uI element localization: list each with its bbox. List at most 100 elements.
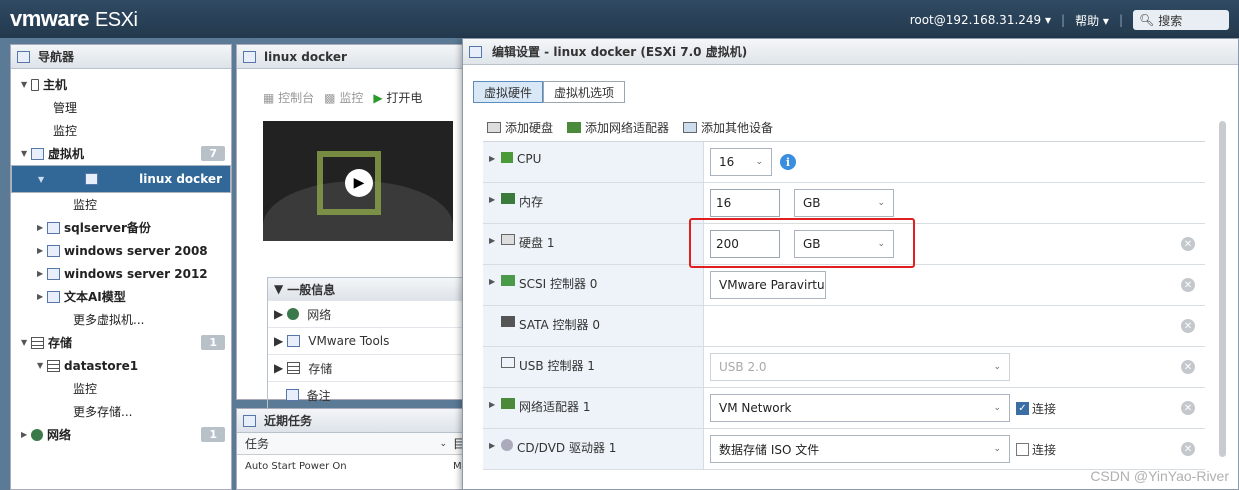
hw-label[interactable]: ▶ 网络适配器 1 xyxy=(483,388,704,428)
info-row-notes[interactable]: 备注 xyxy=(268,381,464,408)
remove-icon[interactable]: ✕ xyxy=(1181,360,1195,374)
sidebar-item-datastore1[interactable]: ▼ datastore1 xyxy=(11,354,231,377)
hw-row-scsi: ▶ SCSI 控制器 0 VMware Paravirtual ✕ xyxy=(483,265,1205,306)
usb-type-select[interactable]: USB 2.0 ⌄ xyxy=(710,353,1010,381)
console-button[interactable]: ▦ 控制台 xyxy=(263,89,314,106)
sidebar-item-manage[interactable]: 管理 xyxy=(11,96,231,119)
chevron-down-icon: ⌄ xyxy=(439,438,447,449)
navigator-icon xyxy=(17,50,30,63)
tasks-column-header[interactable]: 任务 ⌄ 目 xyxy=(237,433,465,455)
cpu-select[interactable]: 16 ⌄ xyxy=(710,148,772,176)
cdrom-connect-checkbox[interactable]: 连接 xyxy=(1016,441,1056,458)
remove-icon[interactable]: ✕ xyxy=(1181,401,1195,415)
divider: | xyxy=(1061,13,1066,27)
host-icon xyxy=(31,78,39,91)
network-icon xyxy=(287,308,300,320)
tab-vm-options[interactable]: 虚拟机选项 xyxy=(543,81,626,103)
hw-label[interactable]: ▶ 硬盘 1 xyxy=(483,224,704,264)
sidebar-item-network[interactable]: ▶ 网络 1 xyxy=(11,423,231,446)
caret-right-icon: ▶ xyxy=(37,292,44,301)
top-bar: vmware ESXi root@192.168.31.249 ▾ | 帮助 ▾ … xyxy=(0,0,1239,38)
dialog-title: 编辑设置 - linux docker (ESXi 7.0 虚拟机) xyxy=(463,39,1238,65)
caret-down-icon: ▼ xyxy=(21,338,28,347)
divider: | xyxy=(1118,13,1123,27)
sidebar-item-win2012[interactable]: ▶ windows server 2012 xyxy=(11,262,231,285)
sidebar-item-linux-docker[interactable]: ▼ linux docker xyxy=(11,165,231,193)
info-icon[interactable]: i xyxy=(780,154,796,170)
info-row-storage[interactable]: ▶ 存储 xyxy=(268,354,464,381)
hw-row-sata: SATA 控制器 0 ✕ xyxy=(483,306,1205,347)
caret-right-icon: ▶ xyxy=(489,277,496,286)
sidebar-item-more-vms[interactable]: 更多虚拟机... xyxy=(11,308,231,331)
dialog-scrollbar[interactable] xyxy=(1219,121,1226,457)
vm-icon xyxy=(243,50,256,63)
search-input[interactable]: 🔍︎ 搜索 xyxy=(1133,10,1229,30)
sidebar-item-vm-monitor[interactable]: 监控 xyxy=(11,193,231,216)
info-row-vmware-tools[interactable]: ▶ VMware Tools xyxy=(268,327,464,354)
vm-icon xyxy=(85,173,99,185)
chevron-down-icon: ⌄ xyxy=(877,198,885,208)
hw-row-cdrom1: ▶ CD/DVD 驱动器 1 数据存储 ISO 文件 ⌄ 连接 ✕ xyxy=(483,429,1205,470)
hw-row-nic1: ▶ 网络适配器 1 VM Network ⌄ ✓ 连接 ✕ xyxy=(483,388,1205,429)
sidebar-item-vms[interactable]: ▼ 虚拟机 7 xyxy=(11,142,231,165)
power-on-button[interactable]: ▶ 打开电 xyxy=(373,89,422,106)
navigator-header: 导航器 xyxy=(11,45,231,69)
remove-icon[interactable]: ✕ xyxy=(1181,442,1195,456)
cdrom-source-select[interactable]: 数据存储 ISO 文件 ⌄ xyxy=(710,435,1010,463)
monitor-button[interactable]: ▩ 监控 xyxy=(324,89,363,106)
remove-icon[interactable]: ✕ xyxy=(1181,319,1195,333)
console-thumbnail[interactable]: ▶ xyxy=(263,121,453,241)
network-select[interactable]: VM Network ⌄ xyxy=(710,394,1010,422)
hardware-list: ▶ CPU 16 ⌄ i ▶ 内存 16 GB ⌄ ▶ 硬盘 1 200 GB ⌄ ✕ ▶ S… xyxy=(483,141,1205,470)
sidebar-item-datastore-monitor[interactable]: 监控 xyxy=(11,377,231,400)
chevron-down-icon: ⌄ xyxy=(993,403,1001,413)
disk-size-input[interactable]: 200 xyxy=(710,230,780,258)
hw-label[interactable]: ▶ SCSI 控制器 0 xyxy=(483,265,704,305)
hw-label[interactable]: ▶ 内存 xyxy=(483,183,704,223)
hw-row-usb: USB 控制器 1 USB 2.0 ⌄ ✕ xyxy=(483,347,1205,388)
nic-connect-checkbox[interactable]: ✓ 连接 xyxy=(1016,400,1056,417)
chevron-down-icon: ⌄ xyxy=(993,444,1001,454)
info-row-network[interactable]: ▶ 网络 xyxy=(268,300,464,327)
vm-icon xyxy=(47,290,60,303)
chevron-down-icon: ▾ xyxy=(1102,13,1109,28)
sidebar-item-storage[interactable]: ▼ 存储 1 xyxy=(11,331,231,354)
usb-icon xyxy=(501,357,515,368)
nic-icon xyxy=(501,398,515,409)
tab-virtual-hardware[interactable]: 虚拟硬件 xyxy=(473,81,544,103)
sidebar-item-win2008[interactable]: ▶ windows server 2008 xyxy=(11,239,231,262)
hw-label[interactable]: ▶ CPU xyxy=(483,142,704,182)
add-other-device-button[interactable]: 添加其他设备 xyxy=(683,119,773,136)
table-row[interactable]: Auto Start Power On M xyxy=(237,455,465,477)
sidebar-item-monitor[interactable]: 监控 xyxy=(11,119,231,142)
add-nic-button[interactable]: 添加网络适配器 xyxy=(567,119,669,136)
sidebar-item-sqlserver[interactable]: ▶ sqlserver备份 xyxy=(11,216,231,239)
watermark: CSDN @YinYao-River xyxy=(1090,468,1229,484)
vm-icon xyxy=(469,45,482,58)
sidebar-item-host[interactable]: ▼ 主机 xyxy=(11,73,231,96)
play-icon[interactable]: ▶ xyxy=(345,169,373,197)
hw-label[interactable]: ▶ CD/DVD 驱动器 1 xyxy=(483,429,704,469)
edit-settings-dialog: 编辑设置 - linux docker (ESXi 7.0 虚拟机) 虚拟硬件 … xyxy=(462,38,1239,490)
sidebar-item-more-storage[interactable]: 更多存储... xyxy=(11,400,231,423)
recent-tasks-header: 近期任务 xyxy=(237,409,465,433)
remove-icon[interactable]: ✕ xyxy=(1181,278,1195,292)
scsi-type-select[interactable]: VMware Paravirtual xyxy=(710,271,826,299)
hw-row-cpu: ▶ CPU 16 ⌄ i xyxy=(483,142,1205,183)
general-info-header[interactable]: ▼ 一般信息 xyxy=(268,278,464,300)
hw-label[interactable]: SATA 控制器 0 xyxy=(483,306,704,346)
help-menu[interactable]: 帮助 ▾ xyxy=(1075,12,1109,29)
vmware-logo[interactable]: vmware ESXi xyxy=(10,6,138,32)
remove-icon[interactable]: ✕ xyxy=(1181,237,1195,251)
add-disk-button[interactable]: 添加硬盘 xyxy=(487,119,553,136)
disk-icon xyxy=(487,122,501,133)
sidebar-item-text-ai[interactable]: ▶ 文本AI模型 xyxy=(11,285,231,308)
caret-right-icon: ▶ xyxy=(21,430,28,439)
user-menu[interactable]: root@192.168.31.249 ▾ xyxy=(910,13,1051,27)
sata-icon xyxy=(501,316,515,327)
memory-unit-select[interactable]: GB ⌄ xyxy=(794,189,894,217)
hw-label[interactable]: USB 控制器 1 xyxy=(483,347,704,387)
tools-icon xyxy=(287,335,301,347)
memory-input[interactable]: 16 xyxy=(710,189,780,217)
disk-unit-select[interactable]: GB ⌄ xyxy=(794,230,894,258)
